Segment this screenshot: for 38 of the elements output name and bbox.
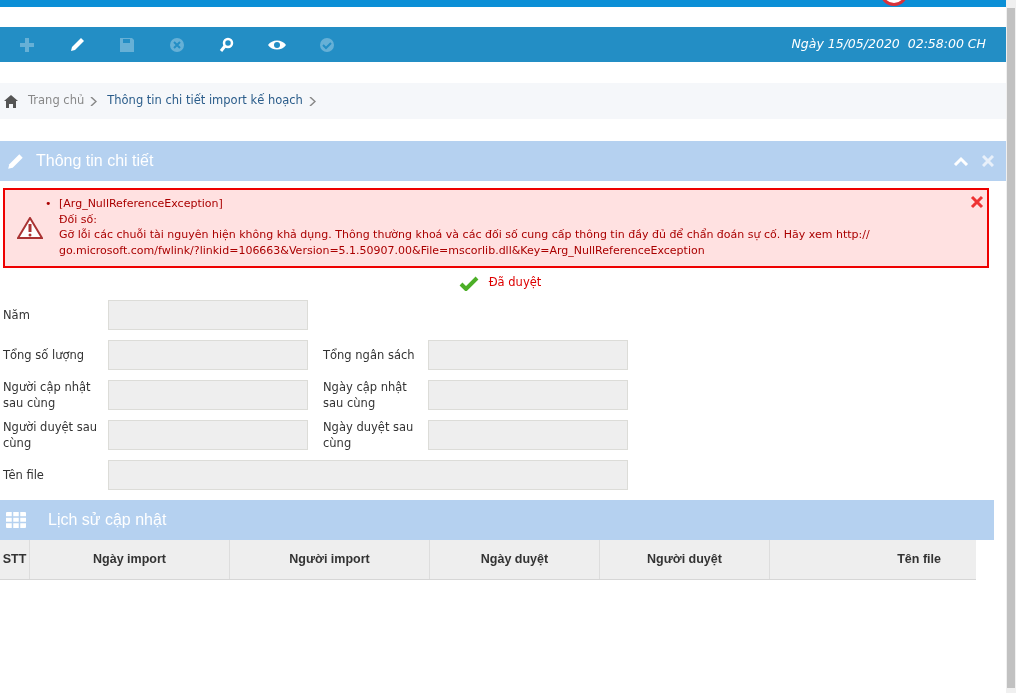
check-icon — [458, 275, 479, 291]
collapse-icon[interactable] — [953, 156, 969, 166]
chevron-icon — [90, 96, 98, 106]
warning-icon — [17, 216, 43, 239]
cancel-icon — [168, 35, 186, 54]
error-text: Gỡ lỗi các chuỗi tài nguyên hiện không khả dụng. Thông thường khoá và các đối số cung cấp thông tin đầy đủ để chẩn đoán sự cố. Hãy xem http:// go.microsoft.com/fwlink/?linkid=106663&Version=5.1.50907.00&File=mscorlib.dll&Key=Arg_NullReferenceException — [59, 227, 871, 258]
status-text: Đã duyệt — [488, 274, 542, 292]
field-label: Tên file — [3, 467, 45, 484]
panel-title: Thông tin chi tiết — [36, 151, 154, 171]
breadcrumb-link[interactable]: Thông tin chi tiết import kế hoạch — [107, 92, 303, 110]
field-label: Năm — [3, 307, 31, 324]
chevron-icon — [308, 96, 316, 106]
column-header: Người import — [230, 540, 430, 579]
column-header: Ngày duyệt — [430, 540, 600, 579]
search-icon — [218, 35, 236, 54]
panel-title: Lịch sử cập nhật — [48, 510, 167, 530]
error-text: Đối số: — [59, 211, 98, 227]
error-title: [Arg_NullReferenceException] — [59, 196, 223, 212]
field-label: Người duyệt sau cùng — [3, 420, 99, 450]
column-header: STT — [0, 540, 30, 579]
field-label: Ngày duyệt sau cùng — [323, 420, 415, 450]
field-label: Người cập nhật sau cùng — [3, 380, 92, 410]
bullet-text: • — [45, 196, 53, 212]
field-label: Tổng số lượng — [3, 347, 86, 364]
home-icon — [4, 94, 18, 108]
close-icon[interactable] — [970, 195, 984, 209]
pencil-icon — [68, 35, 86, 54]
field-label: Tổng ngân sách — [323, 347, 416, 364]
check-circle-icon — [318, 35, 336, 54]
plus-icon — [18, 35, 36, 54]
field-label: Ngày cập nhật sau cùng — [323, 380, 408, 410]
column-header: Ngày import — [30, 540, 230, 579]
date-time: Ngày 15/05/2020 02:58:00 CH — [791, 35, 987, 54]
pencil-icon — [6, 151, 26, 171]
column-header: Tên file — [896, 551, 942, 569]
scrollbar-thumb[interactable] — [1007, 8, 1015, 688]
column-header: Người duyệt — [600, 540, 770, 579]
table-icon — [6, 512, 26, 528]
